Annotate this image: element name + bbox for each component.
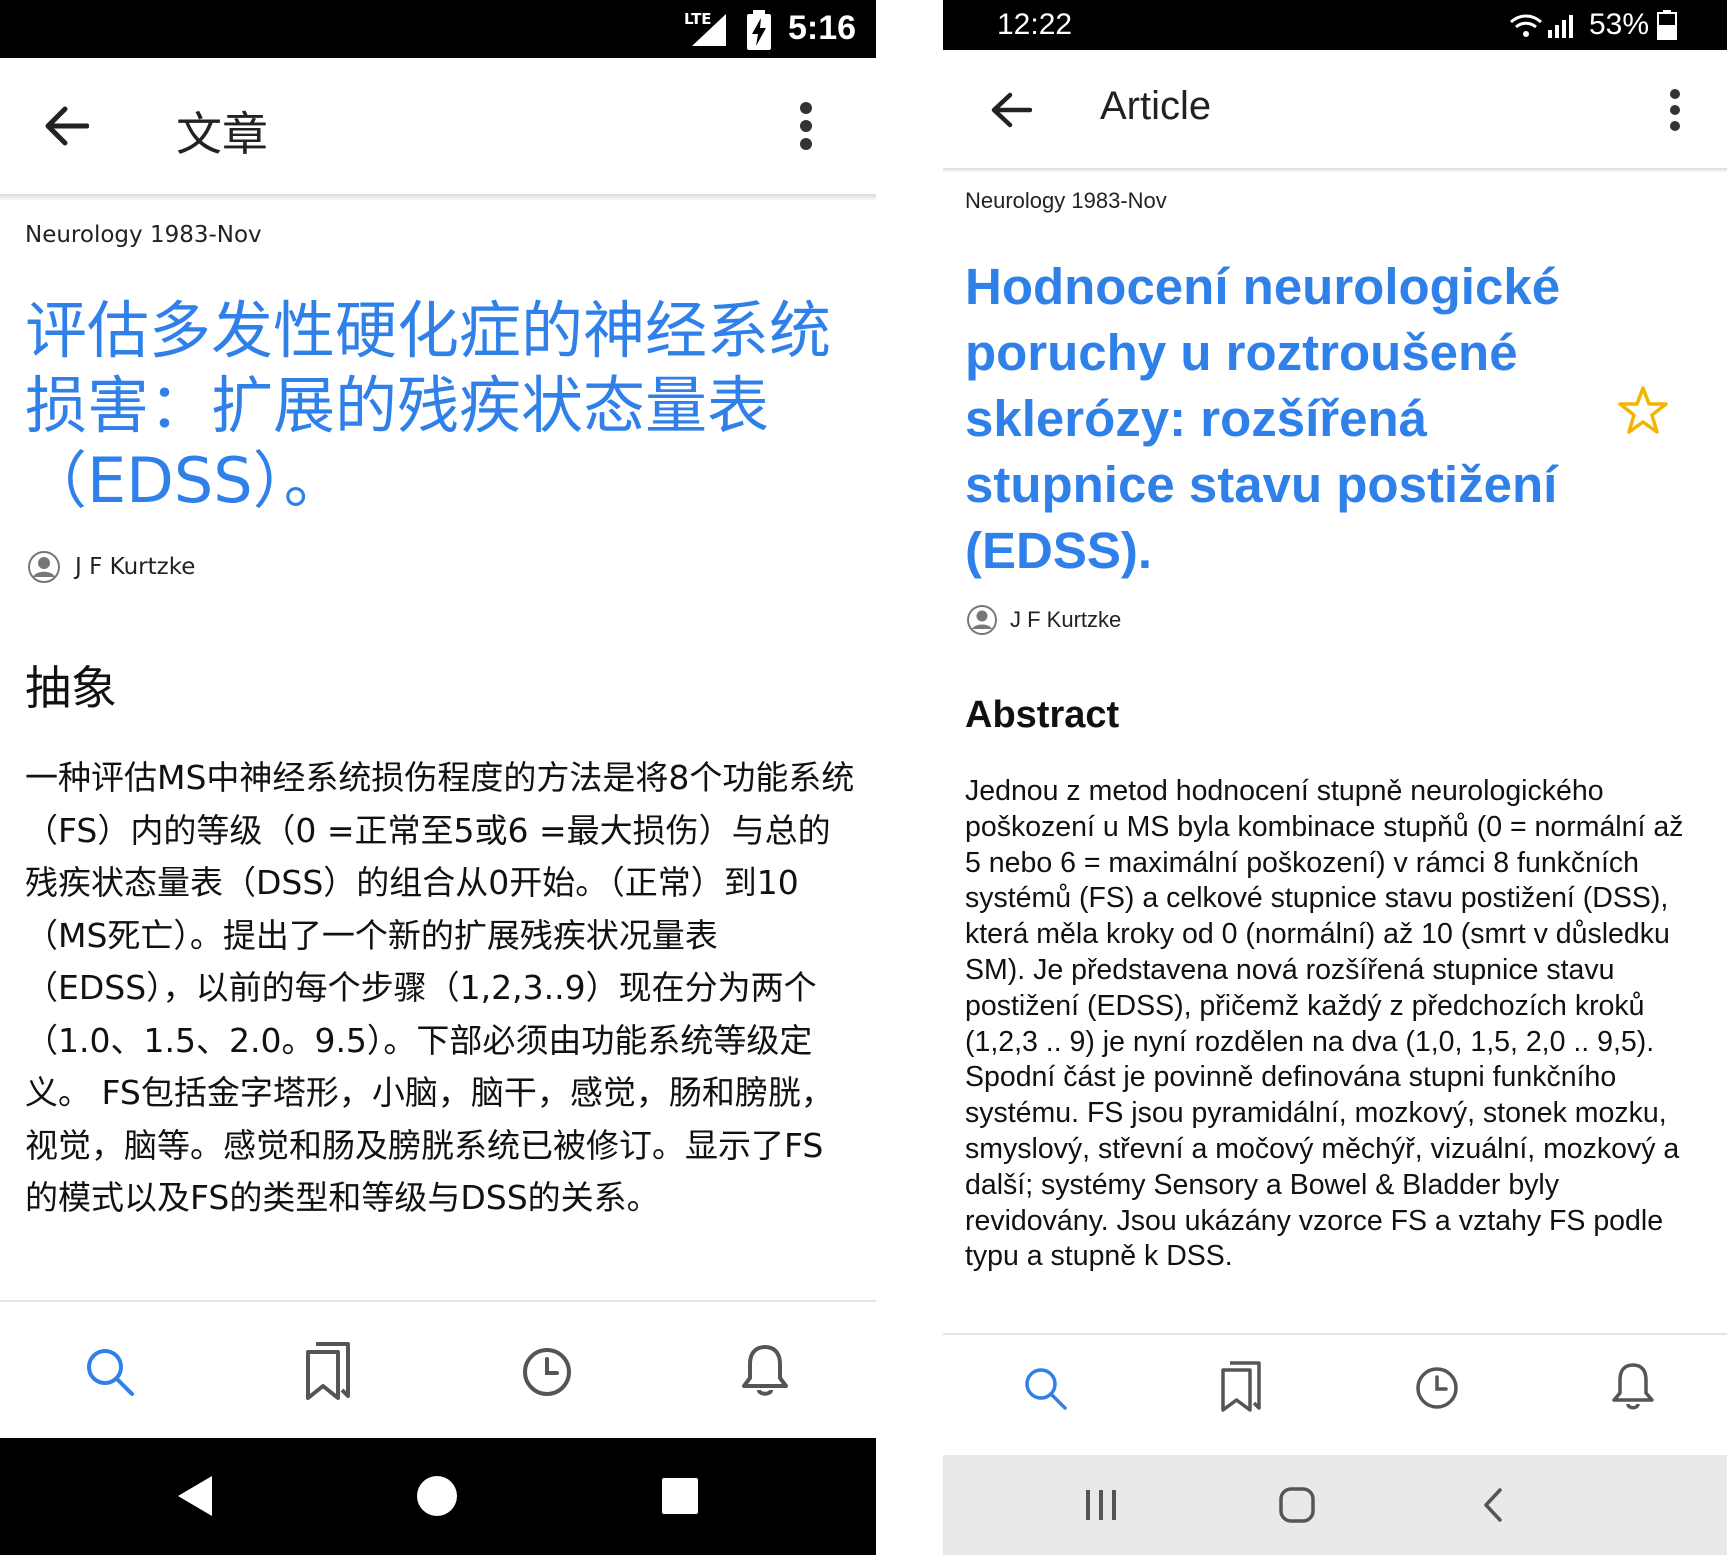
left-phone-screen: LTE 5:16 文章 Neurology 1983-Nov 评估多发性硬化症的… [0, 0, 876, 1555]
back-arrow-icon [45, 106, 89, 146]
nav-history[interactable] [1402, 1353, 1472, 1423]
back-button[interactable] [981, 80, 1041, 140]
search-icon [87, 1349, 134, 1396]
app-bar-title: Article [1100, 84, 1212, 128]
more-options-button[interactable] [786, 96, 826, 156]
system-navigation-bar [943, 1455, 1727, 1555]
search-icon [1025, 1368, 1067, 1410]
author-name: J F Kurtzke [1010, 607, 1122, 632]
system-back-button[interactable] [1463, 1475, 1523, 1535]
system-back-button[interactable] [166, 1466, 226, 1526]
nav-search[interactable] [1010, 1353, 1080, 1423]
status-bar: 12:22 53% [943, 0, 1727, 50]
system-recents-button[interactable] [650, 1466, 710, 1526]
system-recents-button[interactable] [1071, 1475, 1131, 1535]
bottom-navigation [943, 1335, 1727, 1453]
app-bar-shadow [943, 168, 1727, 172]
nav-notifications[interactable] [1598, 1351, 1668, 1421]
article-title: Hodnocení neurologické poruchy u roztrou… [965, 258, 1561, 579]
bookmarks-icon [1221, 1361, 1261, 1412]
nav-bookmarks[interactable] [288, 1330, 368, 1410]
journal-date: Neurology 1983-Nov [25, 222, 262, 248]
author-row[interactable]: J F Kurtzke [966, 604, 1121, 636]
battery-percent: 53% [1589, 8, 1650, 41]
app-bar-title: 文章 [176, 107, 268, 161]
article-title: 评估多发性硬化症的神经系统损害：扩展的残疾状态量表（EDSS）。 [25, 294, 832, 517]
system-home-button[interactable] [407, 1466, 467, 1526]
journal-date: Neurology 1983-Nov [965, 188, 1167, 213]
author-name: J F Kurtzke [75, 554, 196, 580]
system-navigation-bar [0, 1438, 876, 1555]
history-icon [1416, 1367, 1458, 1409]
back-button[interactable] [36, 96, 96, 156]
right-phone-screen: 12:22 53% Article Neurology 1983-Nov Hod… [943, 0, 1727, 1555]
battery-icon [1657, 10, 1677, 40]
recents-lines-icon [1086, 1490, 1116, 1520]
wifi-icon [1510, 14, 1542, 37]
account-circle-icon [967, 605, 997, 635]
triangle-back-icon [178, 1476, 212, 1516]
more-options-button[interactable] [1655, 80, 1695, 140]
abstract-heading: 抽象 [25, 661, 117, 715]
abstract-text: 一种评估MS中神经系统损伤程度的方法是将8个功能系统（FS）内的等级（0 =正常… [25, 758, 855, 1217]
star-outline-icon [1618, 386, 1668, 434]
nav-search[interactable] [70, 1332, 150, 1412]
favorite-button[interactable] [1613, 380, 1673, 440]
system-home-button[interactable] [1267, 1475, 1327, 1535]
chevron-back-icon [1484, 1488, 1502, 1522]
app-bar: Article [943, 50, 1727, 168]
status-time: 12:22 [997, 8, 1073, 41]
notifications-icon [1612, 1363, 1654, 1410]
status-bar: LTE 5:16 [0, 0, 876, 58]
nav-bookmarks[interactable] [1206, 1351, 1276, 1421]
abstract-heading: Abstract [965, 694, 1120, 736]
status-time: 5:16 [788, 9, 857, 47]
home-circle-icon [417, 1476, 457, 1516]
author-row[interactable]: J F Kurtzke [27, 550, 195, 584]
bottom-navigation [0, 1302, 876, 1438]
back-arrow-icon [991, 92, 1032, 128]
battery-charging-icon [747, 10, 771, 50]
signal-icon [692, 14, 726, 46]
cell-signal-icon [1548, 15, 1573, 38]
app-bar-shadow [0, 194, 876, 200]
more-vert-icon [800, 102, 812, 150]
account-circle-icon [28, 551, 60, 583]
more-vert-icon [1670, 89, 1680, 131]
notifications-icon [742, 1345, 788, 1396]
abstract-text: Jednou z metod hodnocení stupně neurolog… [965, 775, 1684, 1273]
nav-history[interactable] [507, 1332, 587, 1412]
history-icon [523, 1348, 571, 1396]
recents-square-icon [662, 1478, 698, 1514]
home-rounded-square-icon [1279, 1487, 1315, 1523]
nav-notifications[interactable] [725, 1330, 805, 1410]
app-bar: 文章 [0, 58, 876, 194]
bookmarks-icon [306, 1342, 350, 1400]
